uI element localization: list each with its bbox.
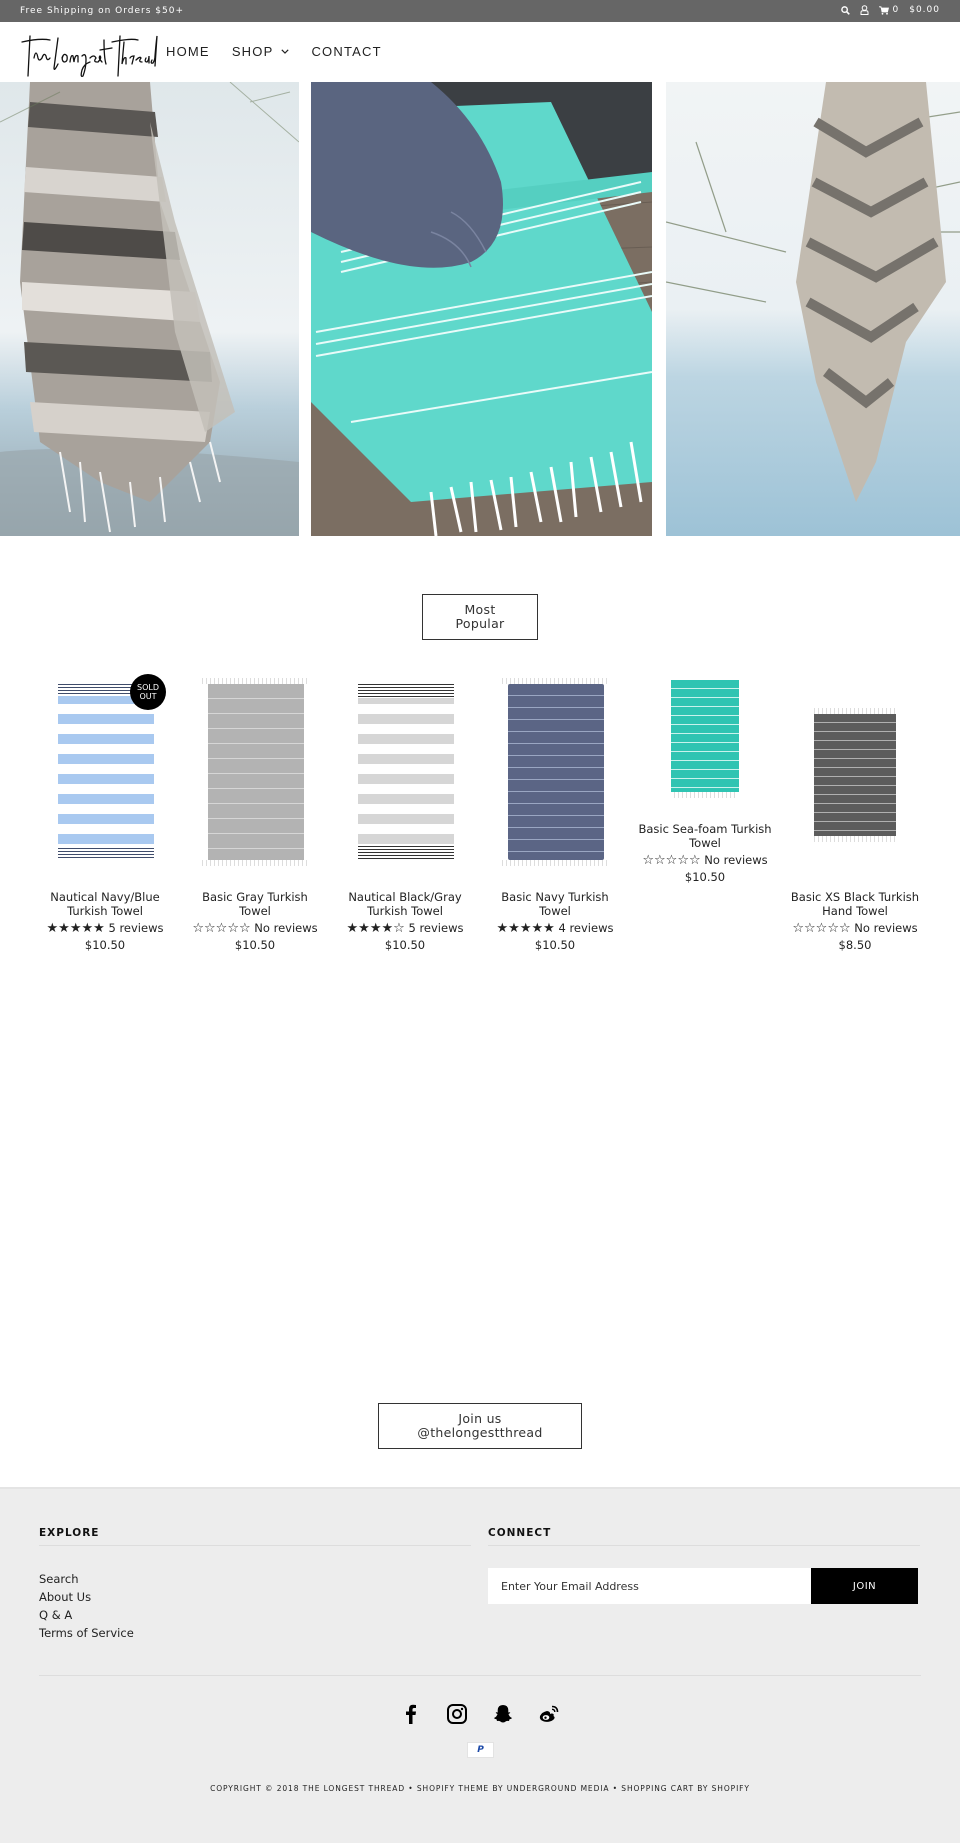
cart-link[interactable]: 0 $0.00 bbox=[878, 5, 941, 15]
product-name[interactable]: Basic Sea-foam Turkish Towel bbox=[630, 822, 780, 850]
site-footer: EXPLORE Search About Us Q & A Terms of S… bbox=[0, 1487, 960, 1843]
star-rating-icon: ★★★★★ bbox=[46, 921, 105, 936]
copyright-text: COPYRIGHT © 2018 THE LONGEST THREAD • SH… bbox=[210, 1784, 750, 1793]
hero-image-seafoam-towel[interactable] bbox=[311, 82, 652, 536]
cart-icon bbox=[878, 5, 889, 15]
product-image[interactable]: SOLD OUT bbox=[52, 672, 166, 872]
nav-home[interactable]: HOME bbox=[166, 44, 210, 59]
product-name[interactable]: Basic Gray Turkish Towel bbox=[180, 890, 330, 918]
instagram-join-button[interactable]: Join us @thelongestthread bbox=[378, 1403, 582, 1449]
snapchat-icon[interactable] bbox=[492, 1703, 514, 1725]
footer-explore: EXPLORE Search About Us Q & A Terms of S… bbox=[39, 1527, 471, 1642]
product-price: $10.50 bbox=[684, 870, 726, 884]
nav-shop[interactable]: SHOP bbox=[232, 44, 290, 59]
chevron-down-icon bbox=[281, 49, 290, 54]
free-shipping-promo: Free Shipping on Orders $50+ bbox=[20, 6, 184, 16]
product-name[interactable]: Basic Navy Turkish Towel bbox=[480, 890, 630, 918]
star-rating-icon: ★★★★★ bbox=[496, 921, 555, 936]
product-card[interactable]: Basic Sea-foam Turkish Towel ☆☆☆☆☆ No re… bbox=[630, 672, 780, 885]
instagram-icon[interactable] bbox=[446, 1703, 468, 1725]
account-icon[interactable] bbox=[860, 5, 869, 15]
product-price: $10.50 bbox=[534, 938, 576, 952]
product-card[interactable]: Nautical Black/Gray Turkish Towel ★★★★☆ … bbox=[330, 672, 480, 953]
product-name[interactable]: Nautical Navy/Blue Turkish Towel bbox=[30, 890, 180, 918]
email-input[interactable] bbox=[488, 1568, 811, 1604]
product-name[interactable]: Basic XS Black Turkish Hand Towel bbox=[780, 890, 930, 918]
product-rating: ☆☆☆☆☆ No reviews bbox=[642, 853, 768, 868]
footer-explore-title: EXPLORE bbox=[39, 1527, 471, 1546]
product-image[interactable] bbox=[352, 672, 458, 872]
site-header: HOME SHOP CONTACT bbox=[0, 22, 960, 82]
product-price: $10.50 bbox=[384, 938, 426, 952]
social-links bbox=[0, 1703, 960, 1725]
cart-count: 0 bbox=[892, 5, 900, 15]
paypal-payment-icon: P bbox=[467, 1742, 494, 1758]
footer-link-about[interactable]: About Us bbox=[39, 1588, 471, 1606]
nav-contact[interactable]: CONTACT bbox=[311, 44, 381, 59]
footer-connect: CONNECT JOIN bbox=[488, 1527, 920, 1604]
cart-total: $0.00 bbox=[909, 5, 940, 15]
logo[interactable] bbox=[20, 28, 160, 80]
product-price: $10.50 bbox=[234, 938, 276, 952]
announcement-bar: Free Shipping on Orders $50+ 0 $0.00 bbox=[0, 0, 960, 22]
product-card[interactable]: SOLD OUT Nautical Navy/Blue Turkish Towel… bbox=[30, 672, 180, 953]
newsletter-form: JOIN bbox=[488, 1568, 920, 1604]
hero-image-chevron-towel[interactable] bbox=[666, 82, 960, 536]
footer-divider bbox=[39, 1675, 921, 1676]
footer-link-terms[interactable]: Terms of Service bbox=[39, 1624, 471, 1642]
product-image[interactable] bbox=[502, 672, 608, 872]
product-rating: ★★★★★ 5 reviews bbox=[46, 921, 164, 936]
footer-link-qa[interactable]: Q & A bbox=[39, 1606, 471, 1624]
hero-gallery bbox=[0, 82, 960, 536]
product-image[interactable] bbox=[802, 672, 908, 872]
hero-image-striped-towel[interactable] bbox=[0, 82, 299, 536]
product-name[interactable]: Nautical Black/Gray Turkish Towel bbox=[330, 890, 480, 918]
star-empty-icon: ☆☆☆☆☆ bbox=[192, 921, 251, 936]
product-rating: ☆☆☆☆☆ No reviews bbox=[192, 921, 318, 936]
footer-connect-title: CONNECT bbox=[488, 1527, 920, 1546]
most-popular-collection-button[interactable]: Most Popular bbox=[422, 594, 538, 640]
star-rating-icon: ★★★★☆ bbox=[346, 921, 405, 936]
product-price: $8.50 bbox=[838, 938, 872, 952]
star-empty-icon: ☆☆☆☆☆ bbox=[642, 853, 701, 868]
product-image[interactable] bbox=[202, 672, 308, 872]
product-rating: ★★★★☆ 5 reviews bbox=[346, 921, 464, 936]
product-card[interactable]: Basic XS Black Turkish Hand Towel ☆☆☆☆☆ … bbox=[780, 672, 930, 953]
main-nav: HOME SHOP CONTACT bbox=[166, 44, 382, 59]
product-rating: ☆☆☆☆☆ No reviews bbox=[792, 921, 918, 936]
weibo-icon[interactable] bbox=[538, 1703, 560, 1725]
product-price: $10.50 bbox=[84, 938, 126, 952]
product-rating: ★★★★★ 4 reviews bbox=[496, 921, 614, 936]
search-icon[interactable] bbox=[840, 5, 850, 15]
product-card[interactable]: Basic Gray Turkish Towel ☆☆☆☆☆ No review… bbox=[180, 672, 330, 953]
product-card[interactable]: Basic Navy Turkish Towel ★★★★★ 4 reviews… bbox=[480, 672, 630, 953]
product-image[interactable] bbox=[652, 672, 758, 822]
star-empty-icon: ☆☆☆☆☆ bbox=[792, 921, 851, 936]
footer-link-search[interactable]: Search bbox=[39, 1570, 471, 1588]
facebook-icon[interactable] bbox=[400, 1703, 422, 1725]
join-button[interactable]: JOIN bbox=[811, 1568, 918, 1604]
sold-out-badge: SOLD OUT bbox=[130, 674, 166, 710]
header-utilities: 0 $0.00 bbox=[840, 5, 941, 15]
